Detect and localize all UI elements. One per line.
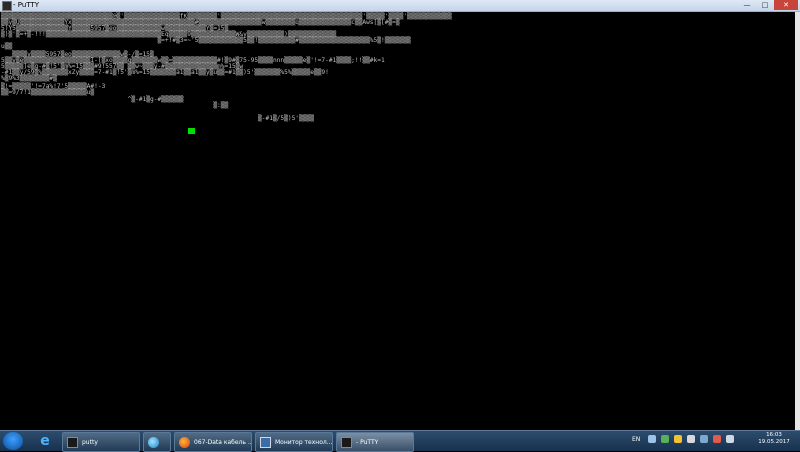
clock-date: 19.05.2017 [758,439,790,445]
maximize-button[interactable]: □ [756,0,774,10]
taskbar-item-monitor[interactable]: Монитор технол... [255,432,333,452]
close-button[interactable]: ✕ [774,0,798,10]
tray-flag-icon[interactable] [713,435,721,443]
monitor-icon [260,436,271,448]
tray-shield-icon[interactable] [661,435,669,443]
taskbar-item-label: putty [82,438,98,446]
taskbar-item-label: 067-Data кабель ... [194,438,251,446]
tray-warning-icon[interactable] [674,435,682,443]
terminal-icon [67,436,78,448]
putty-window: - PuTTY — □ ✕ ▒▒▒▒▒▒▒▒▒▒▒▒▒▒▒▒▒▒▒▒▒▒▒▒▒▒… [0,0,800,430]
internet-explorer-icon[interactable]: e [34,432,56,450]
clock-time: 16:03 [766,432,782,438]
taskbar-item-firefox[interactable]: 067-Data кабель ... [174,432,252,452]
taskbar-item-label: - PuTTY [356,438,379,446]
tray-settings-icon[interactable] [687,435,695,443]
firefox-icon [179,436,190,448]
vertical-scrollbar[interactable] [795,12,800,430]
terminal-line: u▒▒ [1,43,13,50]
minimize-button[interactable]: — [738,0,756,10]
terminal-area[interactable]: ▒▒▒▒▒▒▒▒▒▒▒▒▒▒▒▒▒▒▒▒▒▒▒▒▒▒▒▒▒▒@▒'▒▒▒▒▒▒▒… [1,12,794,430]
title-bar[interactable]: - PuTTY — □ ✕ [0,0,800,12]
putty-icon [341,436,352,448]
tray-network-icon[interactable] [700,435,708,443]
terminal-cursor [188,128,195,134]
window-controls: — □ ✕ [738,0,798,10]
system-tray [648,435,734,443]
window-title: - PuTTY [13,1,39,9]
taskbar-item-globe[interactable] [143,432,171,452]
taskbar-item-label: Монитор технол... [275,438,332,446]
terminal-line: ▒:▒▒ [1,102,229,109]
terminal-line: %▒9%3▒▒▒▒▒▒▒▒#▒ [1,75,57,82]
taskbar-item-putty-active[interactable]: - PuTTY [336,432,414,452]
language-indicator[interactable]: EN [632,436,640,443]
putty-icon [2,1,12,11]
tray-app-icon[interactable] [648,435,656,443]
clock[interactable]: 16:03 19.05.2017 [752,432,796,446]
terminal-line: ▒-#1▒/5▒)5'▒▒▒▒ [1,115,314,122]
volume-icon[interactable] [726,435,734,443]
globe-icon [148,436,159,448]
terminal-line: ▒=+!#▒3=~'5▒▒▒▒▒▒▒▒▒▒▒▒5▒▒!▒▒▒▒▒▒▒▒▒▒#▒▒… [1,37,411,44]
taskbar-item-putty-folder[interactable]: putty [62,432,140,452]
start-button[interactable] [3,432,23,450]
